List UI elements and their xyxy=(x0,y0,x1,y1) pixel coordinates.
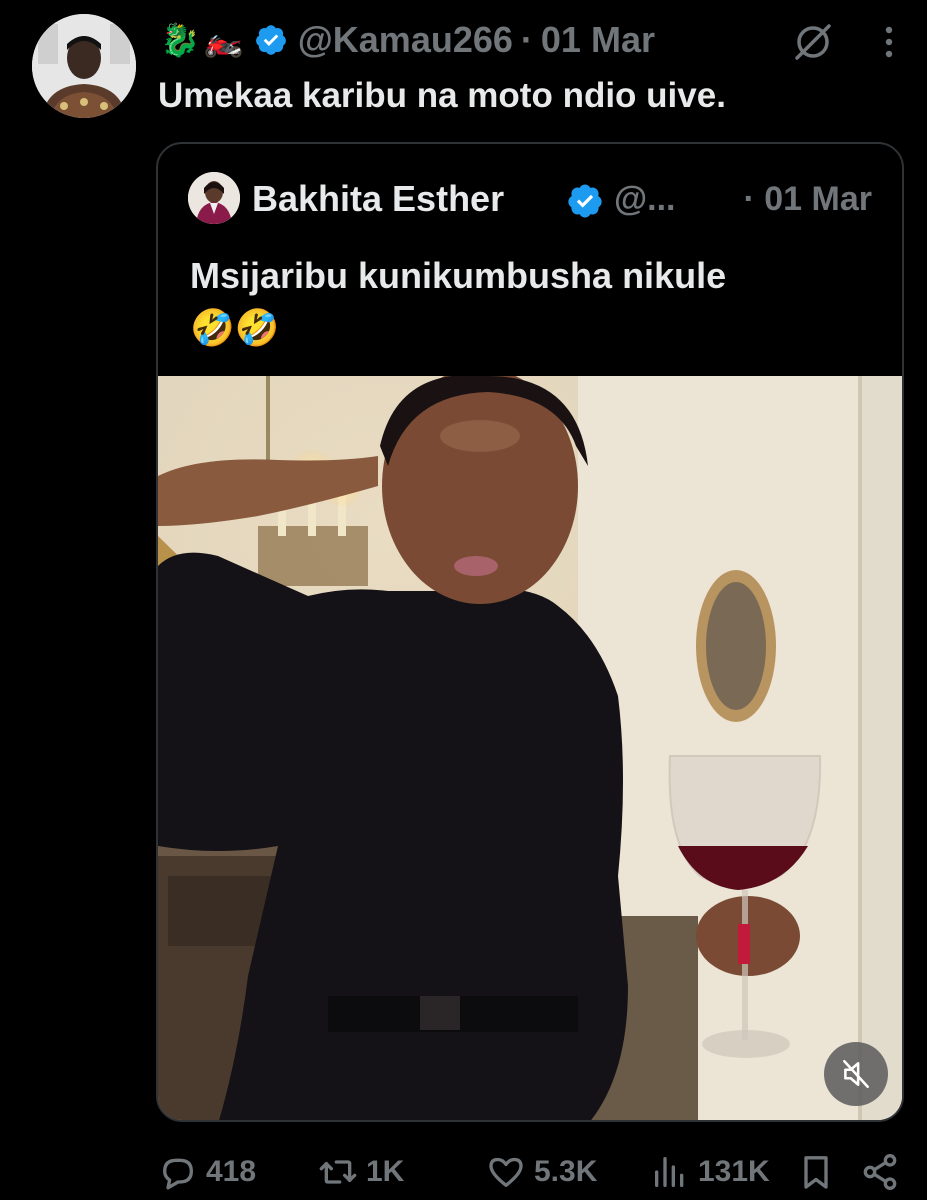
quoted-tweet-date[interactable]: · 01 Mar xyxy=(744,180,873,219)
mute-button[interactable] xyxy=(824,1042,888,1106)
share-button[interactable] xyxy=(860,1146,908,1198)
quoted-author-handle[interactable]: @... xyxy=(614,180,676,219)
reply-count: 418 xyxy=(206,1155,257,1188)
repost-count: 1K xyxy=(366,1155,405,1188)
reply-button[interactable]: 418 xyxy=(158,1146,256,1198)
repost-icon xyxy=(319,1160,357,1184)
verified-badge-icon xyxy=(254,23,288,57)
views-button[interactable]: 131K xyxy=(650,1146,770,1198)
author-avatar-image xyxy=(32,14,136,118)
quoted-author-avatar-image xyxy=(188,172,240,224)
author-avatar[interactable] xyxy=(32,14,136,118)
tweet-date[interactable]: 01 Mar xyxy=(541,19,655,61)
reply-icon xyxy=(163,1158,193,1190)
quoted-tweet-video[interactable] xyxy=(158,376,902,1120)
author-handle[interactable]: @Kamau266 xyxy=(298,19,513,61)
views-icon xyxy=(655,1157,684,1187)
quoted-author-name[interactable]: Bakhita Esther xyxy=(252,178,504,220)
repost-button[interactable]: 1K xyxy=(318,1146,404,1198)
quoted-tweet-text-body: Msijaribu kunikumbusha nikule xyxy=(190,255,727,296)
views-count: 131K xyxy=(698,1155,770,1188)
header-separator: · xyxy=(520,19,533,60)
quoted-tweet-text: Msijaribu kunikumbusha nikule 🤣🤣 xyxy=(190,250,870,354)
like-button[interactable]: 5.3K xyxy=(486,1146,597,1198)
tweet-action-bar: 418 1K 5.3K 131K xyxy=(156,1146,908,1198)
dragon-emoji: 🐉 xyxy=(160,22,200,58)
tweet-text: Umekaa karibu na moto ndio uive. xyxy=(158,76,726,115)
more-options-icon[interactable] xyxy=(881,22,897,62)
motorcycle-emoji: 🏍️ xyxy=(203,22,244,58)
quoted-verified-badge-icon xyxy=(566,182,604,220)
quoted-tweet-emojis: 🤣🤣 xyxy=(190,307,280,348)
quoted-tweet[interactable]: Bakhita Esther @... · 01 Mar Msijaribu k… xyxy=(156,142,904,1122)
video-frame-image xyxy=(158,376,902,1120)
quoted-author-avatar[interactable] xyxy=(188,172,240,224)
share-icon xyxy=(863,1154,897,1191)
like-count: 5.3K xyxy=(534,1155,598,1188)
mute-icon xyxy=(843,1059,869,1089)
bookmark-icon xyxy=(804,1156,828,1189)
grok-icon[interactable] xyxy=(791,20,835,64)
like-icon xyxy=(489,1157,523,1187)
bookmark-button[interactable] xyxy=(796,1146,844,1198)
